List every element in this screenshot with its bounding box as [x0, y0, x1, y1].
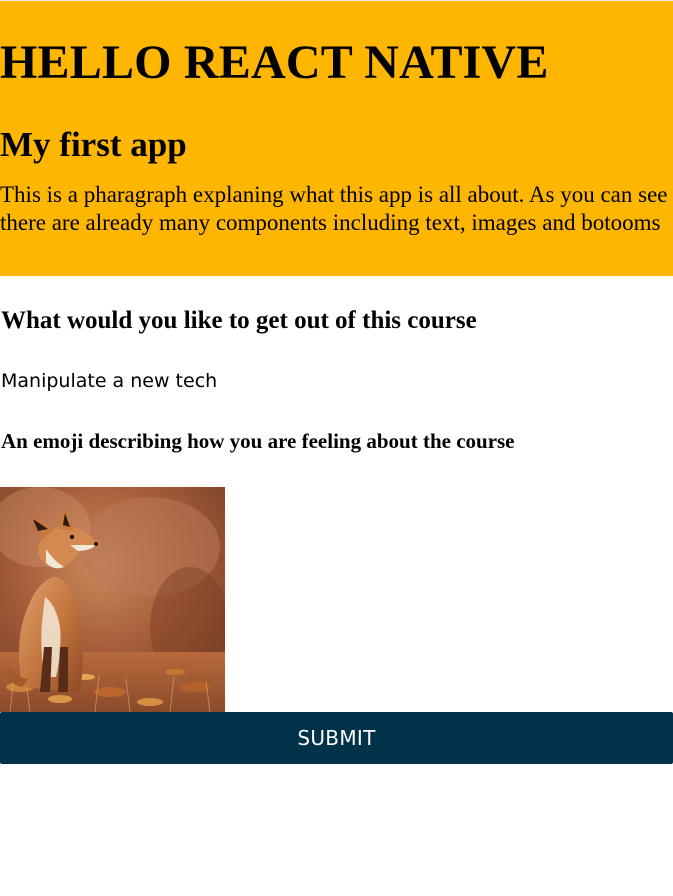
header-section: HELLO REACT NATIVE My first app This is …	[0, 1, 673, 276]
emoji-label: An emoji describing how you are feeling …	[1, 429, 515, 453]
app-description: This is a pharagraph explaning what this…	[0, 182, 668, 235]
app-subtitle: My first app	[0, 125, 187, 164]
app-title: HELLO REACT NATIVE	[0, 36, 549, 89]
submit-button[interactable]: SUBMIT	[0, 712, 673, 764]
course-question: What would you like to get out of this c…	[1, 307, 477, 334]
fox-image	[0, 487, 225, 712]
course-answer-text: Manipulate a new tech	[1, 370, 218, 392]
